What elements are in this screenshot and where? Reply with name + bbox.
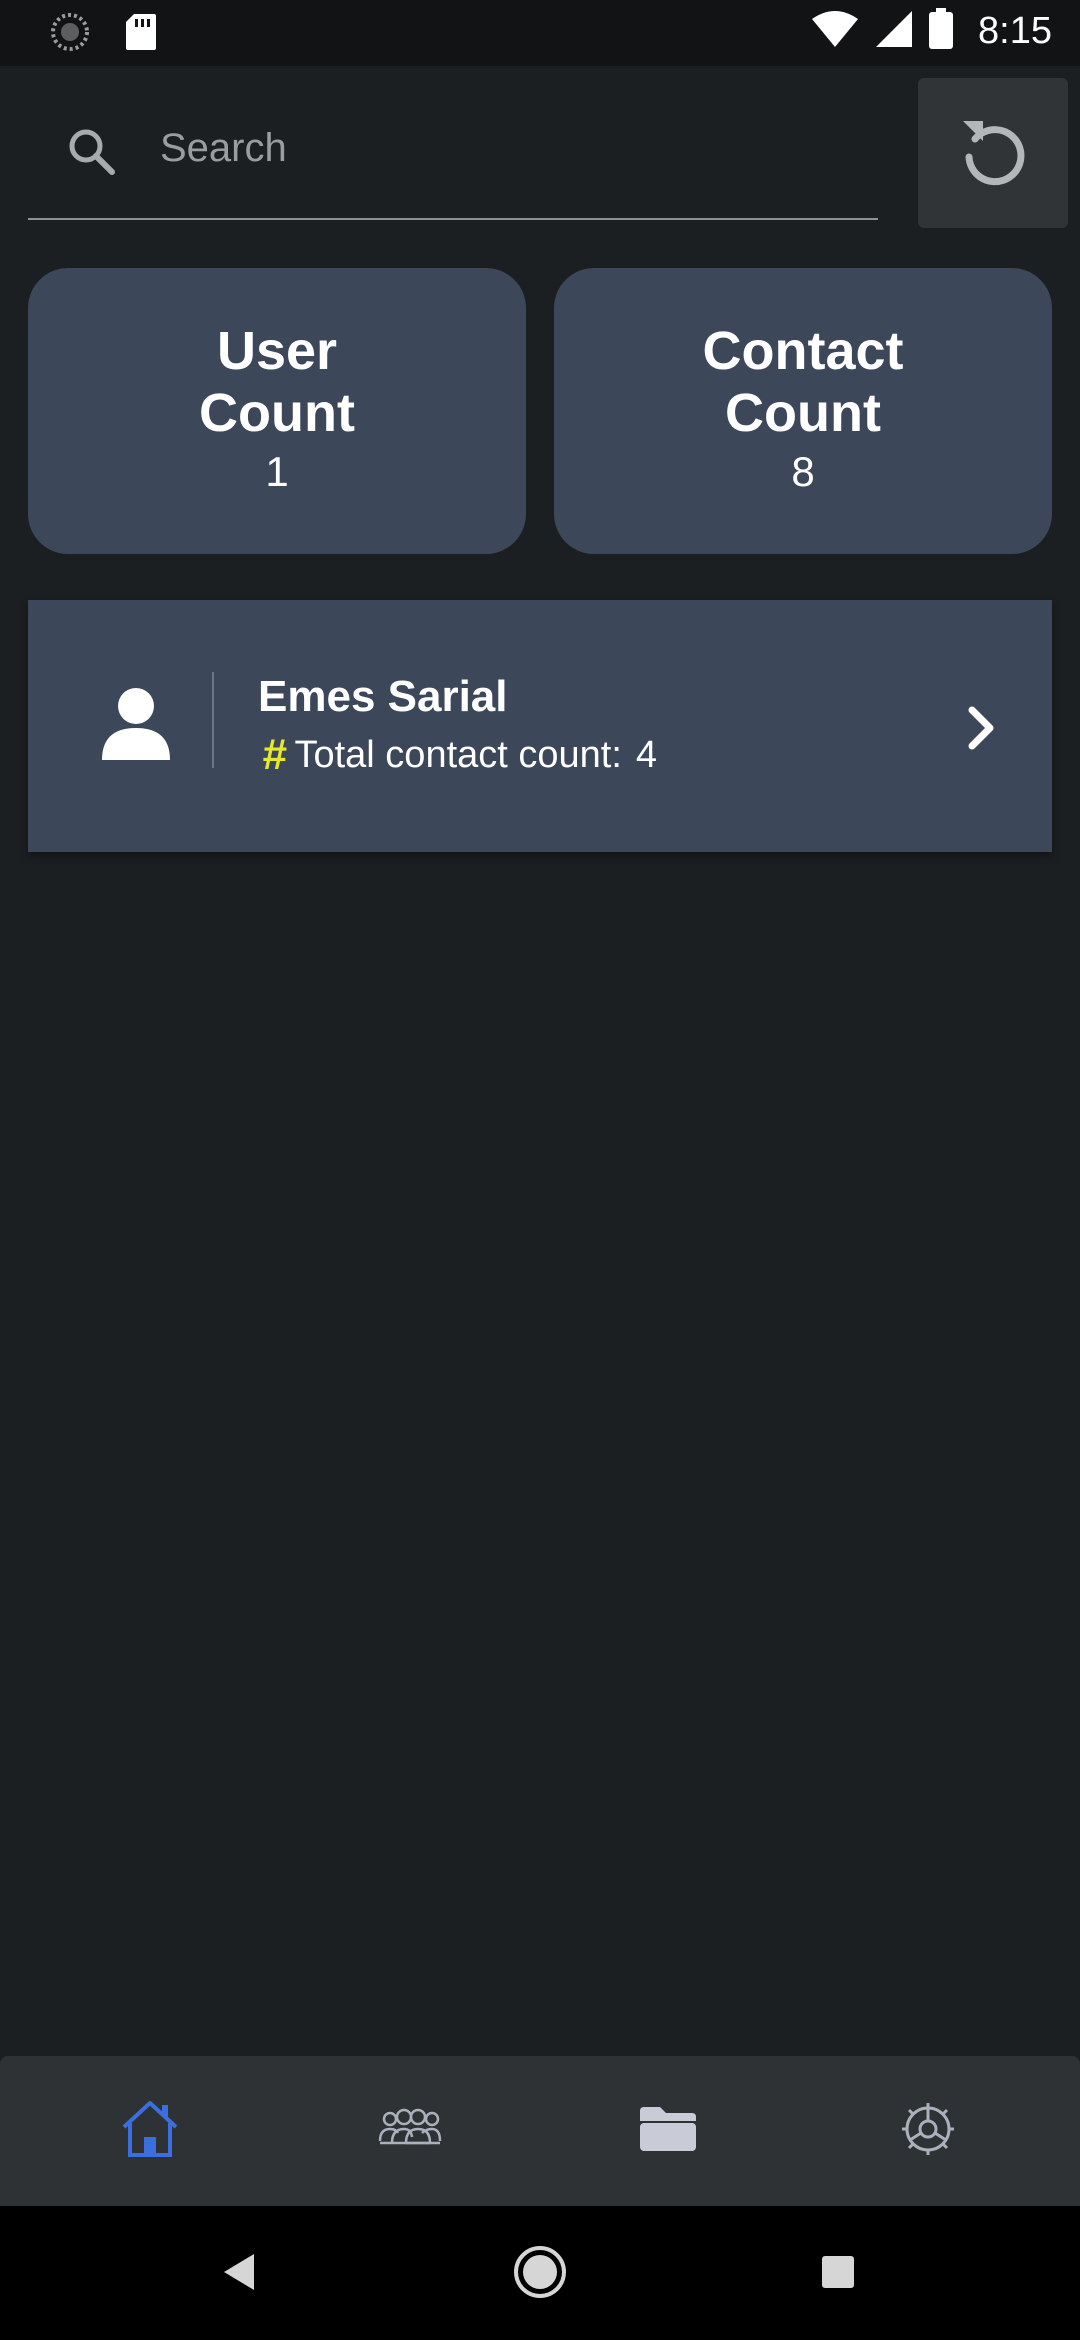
hash-icon: # [262, 730, 287, 779]
cell-signal-icon [874, 9, 914, 54]
back-icon [218, 2250, 262, 2299]
nav-home[interactable] [110, 2096, 190, 2166]
person-icon [94, 684, 178, 768]
chevron-right-icon[interactable] [954, 700, 1010, 756]
nav-groups[interactable] [370, 2096, 450, 2166]
user-count-label: Total contact count: [294, 733, 622, 776]
user-count-title: User Count [199, 321, 355, 443]
nav-folder[interactable] [628, 2096, 708, 2166]
recents-button[interactable] [808, 2244, 868, 2304]
folder-icon [636, 2103, 700, 2160]
home-button[interactable] [510, 2244, 570, 2304]
user-count-value: 1 [265, 448, 289, 495]
user-count-value: 4 [635, 733, 658, 776]
contact-count-value: 8 [791, 448, 815, 495]
recents-icon [818, 2252, 858, 2297]
refresh-button[interactable] [918, 78, 1068, 228]
divider [212, 672, 214, 768]
contact-count-card: Contact Count 8 [554, 268, 1052, 554]
bottom-nav [0, 2056, 1080, 2206]
list-item[interactable]: Emes Sarial # Total contact count: 4 [28, 600, 1052, 852]
wifi-icon [810, 9, 860, 54]
home-circle-icon [512, 2244, 568, 2305]
battery-icon [928, 8, 954, 55]
sd-card-icon [124, 12, 158, 57]
user-contact-count: # Total contact count: 4 [262, 730, 657, 780]
search-icon [64, 124, 120, 180]
groups-icon [378, 2107, 442, 2156]
sync-icon [50, 12, 90, 57]
status-bar: 8:15 [0, 0, 1080, 66]
back-button[interactable] [210, 2244, 270, 2304]
system-nav-bar [0, 2206, 1080, 2340]
contact-count-title: Contact Count [702, 321, 904, 443]
refresh-icon [953, 111, 1033, 196]
user-count-card: User Count 1 [28, 268, 526, 554]
home-icon [118, 2099, 182, 2164]
nav-settings[interactable] [888, 2096, 968, 2166]
settings-icon [898, 2099, 958, 2164]
search-input[interactable] [158, 112, 862, 184]
search-bar[interactable] [28, 90, 878, 220]
status-time: 8:15 [978, 10, 1052, 52]
user-name: Emes Sarial [258, 672, 508, 721]
